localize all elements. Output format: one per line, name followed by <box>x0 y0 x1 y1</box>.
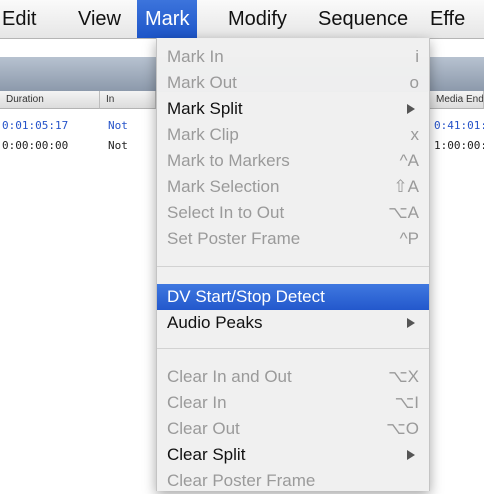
menu-item-label: Mark Split <box>167 99 243 118</box>
menu-item-label: Clear In <box>167 393 227 412</box>
row2-duration: 0:00:00:00 <box>2 139 69 152</box>
row1-in: Not <box>108 119 128 132</box>
menu-separator <box>157 266 429 267</box>
menu-effects[interactable]: Effe <box>430 0 465 38</box>
shortcut-label: ⌥I <box>394 393 419 412</box>
row1-media-end: 0:41:01: <box>434 119 484 132</box>
menu-item-dv-start-stop-detect[interactable]: DV Start/Stop Detect <box>157 284 429 310</box>
menu-item-clear-split[interactable]: Clear Split <box>157 442 429 468</box>
menu-item-label: Clear In and Out <box>167 367 292 386</box>
menu-item-label: Mark Out <box>167 73 237 92</box>
menu-item-clear-in[interactable]: Clear In ⌥I <box>157 390 429 416</box>
menu-item-label: Select In to Out <box>167 203 285 222</box>
submenu-arrow-icon <box>407 104 415 114</box>
column-header-in[interactable]: In <box>100 91 156 109</box>
menu-sequence[interactable]: Sequence <box>318 0 408 38</box>
menu-item-mark-split[interactable]: Mark Split <box>157 96 429 122</box>
shortcut-label: o <box>409 73 419 92</box>
menu-item-audio-peaks[interactable]: Audio Peaks <box>157 310 429 336</box>
menu-bar: Edit View Mark Modify Sequence Effe <box>0 0 484 39</box>
menu-item-select-in-to-out[interactable]: Select In to Out ⌥A <box>157 200 429 226</box>
menu-view[interactable]: View <box>78 0 121 38</box>
shortcut-label: i <box>415 47 419 66</box>
menu-item-mark-selection[interactable]: Mark Selection ⇧A <box>157 174 429 200</box>
menu-item-label: DV Start/Stop Detect <box>167 287 325 306</box>
menu-item-clear-poster-frame[interactable]: Clear Poster Frame <box>157 468 429 494</box>
menu-item-mark-clip[interactable]: Mark Clip x <box>157 122 429 148</box>
shortcut-label: x <box>410 125 420 144</box>
menu-item-label: Mark Selection <box>167 177 280 196</box>
menu-item-mark-in[interactable]: Mark In i <box>157 44 429 70</box>
menu-mark[interactable]: Mark <box>137 0 198 38</box>
shortcut-label: ⇧A <box>393 177 419 196</box>
column-header-media-end[interactable]: Media End <box>428 91 484 109</box>
shortcut-label: ^A <box>399 151 419 170</box>
column-header-duration[interactable]: Duration <box>0 91 100 109</box>
menu-item-clear-out[interactable]: Clear Out ⌥O <box>157 416 429 442</box>
menu-item-label: Mark Clip <box>167 125 239 144</box>
menu-item-label: Mark to Markers <box>167 151 290 170</box>
row2-media-end: 1:00:00: <box>434 139 484 152</box>
shortcut-label: ⌥O <box>386 419 419 438</box>
shortcut-label: ^P <box>399 229 419 248</box>
menu-item-label: Mark In <box>167 47 224 66</box>
submenu-arrow-icon <box>407 450 415 460</box>
submenu-arrow-icon <box>407 318 415 328</box>
row2-in: Not <box>108 139 128 152</box>
menu-item-label: Clear Split <box>167 445 246 464</box>
menu-item-label: Set Poster Frame <box>167 229 301 248</box>
menu-item-set-poster-frame[interactable]: Set Poster Frame ^P <box>157 226 429 252</box>
menu-item-label: Clear Out <box>167 419 240 438</box>
menu-item-mark-to-markers[interactable]: Mark to Markers ^A <box>157 148 429 174</box>
menu-separator <box>157 348 429 349</box>
menu-item-mark-out[interactable]: Mark Out o <box>157 70 429 96</box>
shortcut-label: ⌥A <box>388 203 419 222</box>
mark-menu-dropdown: Mark In i Mark Out o Mark Split Mark Cli… <box>156 38 430 491</box>
menu-item-clear-in-and-out[interactable]: Clear In and Out ⌥X <box>157 364 429 390</box>
menu-edit[interactable]: Edit <box>2 0 36 38</box>
row1-duration: 0:01:05:17 <box>2 119 69 132</box>
menu-item-label: Clear Poster Frame <box>167 471 316 490</box>
shortcut-label: ⌥X <box>388 367 419 386</box>
menu-modify[interactable]: Modify <box>228 0 287 38</box>
menu-item-label: Audio Peaks <box>167 313 263 332</box>
